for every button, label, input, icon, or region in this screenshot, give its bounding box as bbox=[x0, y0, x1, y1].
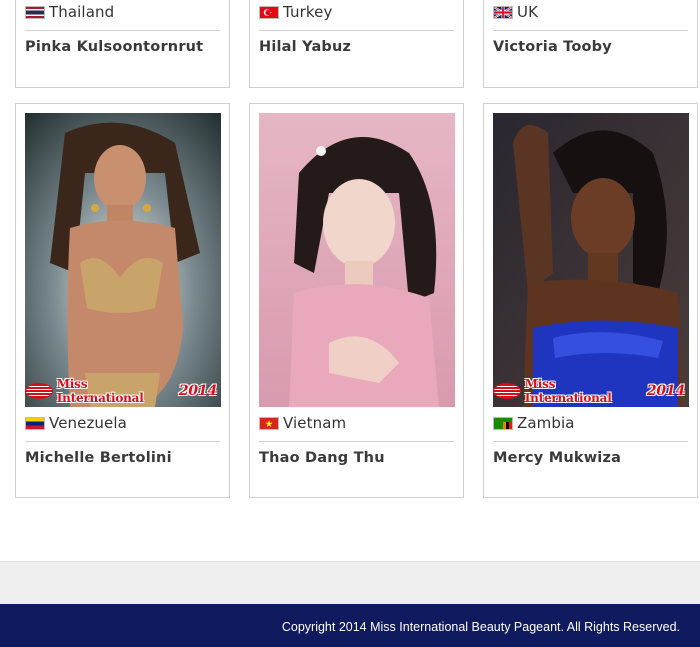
contestant-card[interactable]: Vietnam Thao Dang Thu bbox=[249, 103, 464, 498]
country-name: Thailand bbox=[49, 3, 115, 21]
country-label: Zambia bbox=[493, 414, 575, 432]
uk-flag-icon bbox=[493, 5, 513, 19]
contestant-photo[interactable] bbox=[259, 113, 455, 407]
contestant-name[interactable]: Michelle Bertolini bbox=[25, 450, 172, 466]
divider bbox=[259, 30, 454, 31]
contestant-name[interactable]: Pinka Kulsoontornrut bbox=[25, 39, 203, 55]
contestant-photo[interactable]: Miss International 2014 bbox=[493, 113, 689, 407]
globe-icon bbox=[493, 383, 521, 399]
country-label: Turkey bbox=[259, 3, 332, 21]
contestant-card[interactable]: Miss International 2014 Venezuela Michel… bbox=[15, 103, 230, 498]
contestant-name[interactable]: Victoria Tooby bbox=[493, 39, 612, 55]
miss-international-logo: Miss International 2014 bbox=[25, 377, 217, 405]
venezuela-flag-icon bbox=[25, 416, 45, 430]
thailand-flag-icon bbox=[25, 5, 45, 19]
contestant-card[interactable]: Miss International 2014 Zambia Mercy Muk… bbox=[483, 103, 698, 498]
country-label: Thailand bbox=[25, 3, 114, 21]
divider bbox=[493, 30, 688, 31]
country-name: UK bbox=[517, 3, 539, 21]
divider bbox=[259, 441, 454, 442]
contestant-name[interactable]: Thao Dang Thu bbox=[259, 450, 385, 466]
country-label: Venezuela bbox=[25, 414, 127, 432]
page-bottom-band bbox=[0, 561, 700, 605]
contestant-photo[interactable]: Miss International 2014 bbox=[25, 113, 221, 407]
turkey-flag-icon bbox=[259, 5, 279, 19]
copyright-text: Copyright 2014 Miss International Beauty… bbox=[281, 620, 680, 634]
contestant-card[interactable]: Thailand Pinka Kulsoontornrut bbox=[15, 0, 230, 88]
country-label: UK bbox=[493, 3, 538, 21]
country-name: Vietnam bbox=[283, 414, 347, 432]
divider bbox=[25, 441, 220, 442]
country-name: Venezuela bbox=[49, 414, 127, 432]
divider bbox=[25, 30, 220, 31]
country-label: Vietnam bbox=[259, 414, 346, 432]
country-name: Turkey bbox=[283, 3, 333, 21]
contestant-card[interactable]: Turkey Hilal Yabuz bbox=[249, 0, 464, 88]
zambia-flag-icon bbox=[493, 416, 513, 430]
country-name: Zambia bbox=[517, 414, 575, 432]
contestant-name[interactable]: Mercy Mukwiza bbox=[493, 450, 621, 466]
footer: Copyright 2014 Miss International Beauty… bbox=[0, 604, 700, 647]
vietnam-flag-icon bbox=[259, 416, 279, 430]
contestant-name[interactable]: Hilal Yabuz bbox=[259, 39, 351, 55]
contestant-card[interactable]: UK Victoria Tooby bbox=[483, 0, 698, 88]
globe-icon bbox=[25, 383, 53, 399]
miss-international-logo: Miss International 2014 bbox=[493, 377, 685, 405]
divider bbox=[493, 441, 688, 442]
